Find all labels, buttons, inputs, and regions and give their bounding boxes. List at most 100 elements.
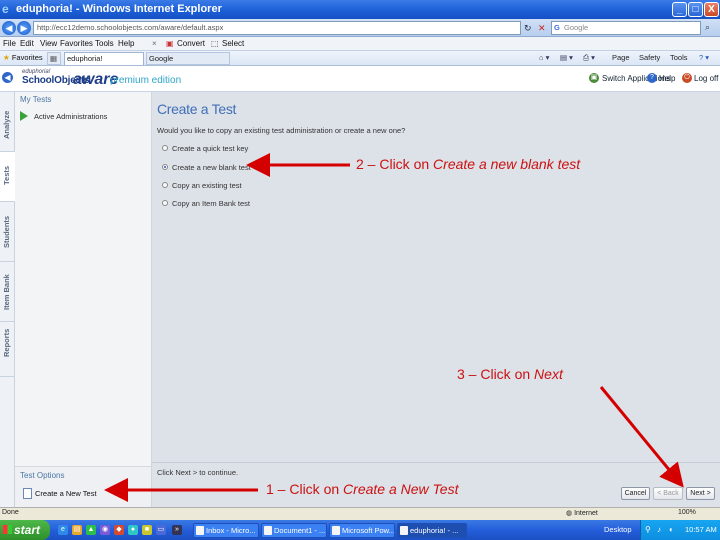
clock: 10:57 AM [685,525,717,534]
menu-help[interactable]: Help [118,38,134,50]
tab-students[interactable]: Students [0,202,15,262]
menu-file[interactable]: File [3,38,16,50]
quicklaunch-office-icon[interactable]: ◆ [114,525,124,535]
cancel-button[interactable]: Cancel [621,487,650,500]
favorites-label: Favorites [11,53,43,62]
quicklaunch-expand-icon[interactable]: » [172,525,182,535]
word-icon [264,526,272,535]
annotation-step-1: 1 – Click on Create a New Test [266,481,458,497]
tab-analyze-label: Analyze [2,110,11,139]
search-input[interactable]: G Google [551,21,701,35]
log-off-link[interactable]: Log off [694,74,718,84]
favorites-bar: ★ Favorites ▦ eduphoria! Google ⌂ ▾ ▤ ▾ … [0,51,720,66]
tab-item-bank-label: Item Bank [2,274,11,310]
tab-item-bank[interactable]: Item Bank [0,262,15,322]
forward-arrow-icon[interactable]: ▶ [17,21,31,35]
close-button[interactable]: X [704,2,719,17]
page-menu[interactable]: Page [610,52,630,65]
status-bar: Done ◍ Internet 100% [0,507,720,520]
print-icon[interactable]: ⎙ ▾ [581,52,595,65]
vertical-tab-strip: Analyze Tests Students Item Bank Reports [0,92,15,507]
tab-eduphoria[interactable]: eduphoria! [64,52,144,65]
help-link[interactable]: Help [659,74,675,84]
close-toolbar-icon[interactable]: × [152,38,157,50]
log-off-icon: ⏻ [682,73,692,83]
radio-new-blank-test[interactable] [162,164,168,170]
zoom-level[interactable]: 100% [678,509,696,516]
create-new-test-link[interactable]: Create a New Test [35,489,97,498]
quicklaunch-desktop-icon[interactable]: ▭ [156,525,166,535]
stop-icon[interactable]: ✕ [538,22,546,34]
play-icon [20,111,28,121]
task-powerpoint[interactable]: Microsoft Pow... [329,523,395,538]
tools-menu[interactable]: Tools [668,52,688,65]
menu-tools[interactable]: Tools [95,38,114,50]
active-administrations-link[interactable]: Active Administrations [34,112,107,121]
maximize-button[interactable]: □ [688,2,703,17]
search-icon[interactable]: ⌕ [705,22,710,33]
taskbar: start e ▤ ▲ ◉ ◆ ● ■ ▭ » Inbox - Micro...… [0,520,720,540]
outlook-icon [196,526,204,535]
annotation-step-1-prefix: 1 – Click on [266,481,344,497]
quicklaunch-media-icon[interactable]: ◉ [100,525,110,535]
next-button[interactable]: Next > [686,487,715,500]
refresh-icon[interactable]: ↻ [524,22,532,34]
tab-reports-label: Reports [2,328,11,357]
task-eduphoria[interactable]: eduphoria! - ... [397,523,467,538]
tab-google[interactable]: Google [146,52,230,65]
minimize-button[interactable]: _ [672,2,687,17]
task-document-label: Document1 - ... [274,526,326,535]
menu-view[interactable]: View [40,38,57,50]
internet-zone: ◍ Internet [566,509,598,517]
click-next-text: Click Next > to continue. [157,468,239,477]
test-options-heading: Test Options [20,471,65,480]
menu-favorites[interactable]: Favorites [60,38,93,50]
tray-security-icon[interactable]: ◐ [669,525,674,534]
annotation-step-2-target: Create a new blank test [433,156,581,172]
quicklaunch-other-icon[interactable]: ■ [142,525,152,535]
task-inbox-label: Inbox - Micro... [206,526,256,535]
back-arrow-icon[interactable]: ◀ [2,21,16,35]
option-quick-test-key-label: Create a quick test key [172,144,249,153]
tab-reports[interactable]: Reports [0,322,15,377]
page-title: Create a Test [157,101,237,117]
feeds-icon[interactable]: ▤ ▾ [558,52,573,65]
select-button[interactable]: Select [222,38,244,50]
radio-copy-item-bank-test[interactable] [162,200,168,206]
start-button[interactable]: start [0,520,50,540]
quicklaunch-ie-icon[interactable]: e [58,525,68,535]
tray-network-icon[interactable]: ⚲ [645,525,651,534]
logo-edition-text: premium edition [110,75,182,86]
favorites-button[interactable]: ★ Favorites [1,52,43,65]
quicklaunch-messenger-icon[interactable]: ● [128,525,138,535]
tab-students-label: Students [2,215,11,248]
app-back-icon[interactable]: ◀ [2,72,13,83]
annotation-step-2: 2 – Click on Create a new blank test [356,156,580,172]
task-document[interactable]: Document1 - ... [261,523,327,538]
tab-list-icon[interactable]: ▦ [47,52,61,65]
home-icon[interactable]: ⌂ ▾ [537,52,549,65]
convert-button[interactable]: Convert [177,38,205,50]
tab-analyze[interactable]: Analyze [0,92,15,152]
windows-flag-icon [3,525,12,534]
help-question-icon[interactable]: ? ▾ [697,52,709,65]
menu-edit[interactable]: Edit [20,38,34,50]
task-inbox[interactable]: Inbox - Micro... [193,523,259,538]
quicklaunch-app-icon[interactable]: ▲ [86,525,96,535]
safety-menu[interactable]: Safety [637,52,660,65]
select-icon: ⬚ [211,39,219,48]
back-button[interactable]: < Back [653,487,683,500]
quicklaunch-folder-icon[interactable]: ▤ [72,525,82,535]
radio-quick-test-key[interactable] [162,145,168,151]
option-copy-existing-test-label: Copy an existing test [172,181,242,190]
tray-volume-icon[interactable]: ♪ [657,525,661,534]
tab-eduphoria-label: eduphoria! [67,54,103,63]
start-label: start [14,523,41,537]
ie-task-icon [400,526,408,535]
address-input[interactable]: http://ecc12demo.schoolobjects.com/aware… [33,21,521,35]
tab-tests[interactable]: Tests [0,152,15,202]
desktop-toolbar[interactable]: Desktop [604,525,632,534]
convert-icon: ▣ [166,39,174,48]
internet-zone-label: Internet [574,510,598,517]
radio-copy-existing-test[interactable] [162,182,168,188]
